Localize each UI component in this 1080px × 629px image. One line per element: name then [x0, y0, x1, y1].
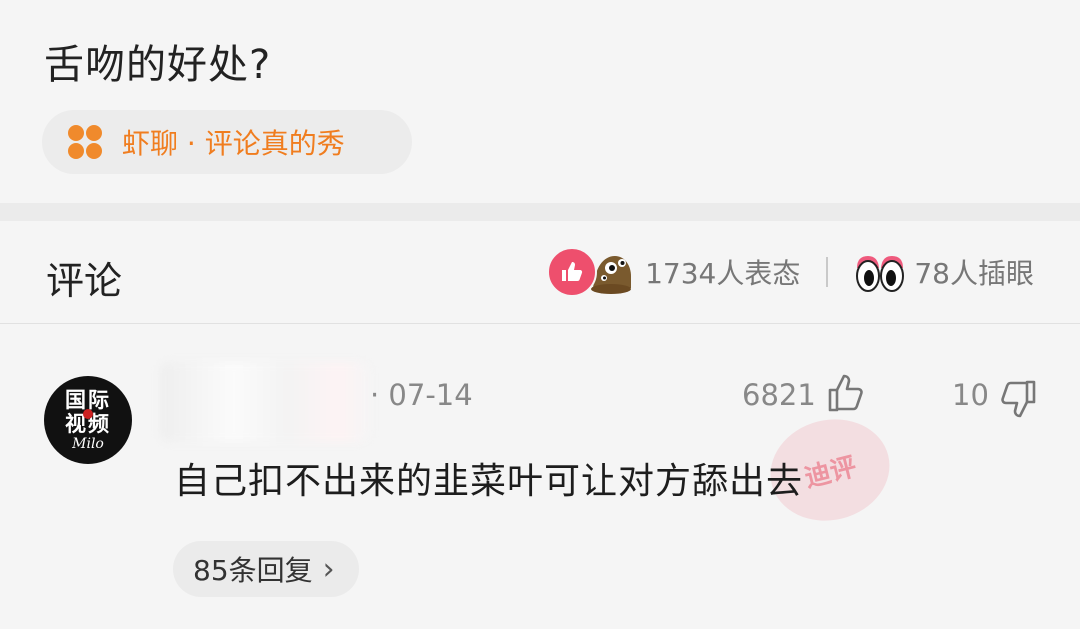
- topic-chip[interactable]: 虾聊 · 评论真的秀: [42, 110, 412, 174]
- like-count: 6821: [742, 378, 816, 412]
- eyes-icon: [854, 250, 906, 294]
- comment-text: 自己扣不出来的韭菜叶可让对方舔出去: [174, 461, 804, 502]
- reactions-count: 1734人表态: [645, 257, 801, 290]
- thumbs-up-reaction-icon: [547, 247, 598, 297]
- dislike-icon[interactable]: [996, 377, 1038, 421]
- reactions-summary[interactable]: 1734人表态 78人插眼: [547, 244, 1034, 300]
- dislike-count: 10: [952, 378, 989, 412]
- topic-label: 虾聊 · 评论真的秀: [122, 127, 345, 160]
- topic-flower-icon: [68, 125, 102, 159]
- comments-section-title: 评论: [46, 259, 123, 303]
- comment-date: · 07-14: [370, 378, 473, 412]
- avatar-text-line3: Milo: [72, 436, 104, 452]
- question-title: 舌吻的好处?: [44, 42, 272, 88]
- blurred-username[interactable]: [160, 362, 370, 442]
- like-icon[interactable]: [826, 371, 868, 415]
- avatar-dot: [83, 409, 93, 419]
- avatar[interactable]: 国际 视频 Milo: [44, 376, 132, 464]
- view-replies-button[interactable]: 85条回复 ›: [173, 541, 359, 597]
- replies-label: 85条回复: [193, 554, 313, 587]
- chevron-right-icon: ›: [322, 551, 335, 587]
- header-divider: [0, 323, 1080, 324]
- section-divider: [0, 203, 1080, 221]
- divider: [826, 257, 829, 287]
- watch-count: 78人插眼: [914, 257, 1034, 290]
